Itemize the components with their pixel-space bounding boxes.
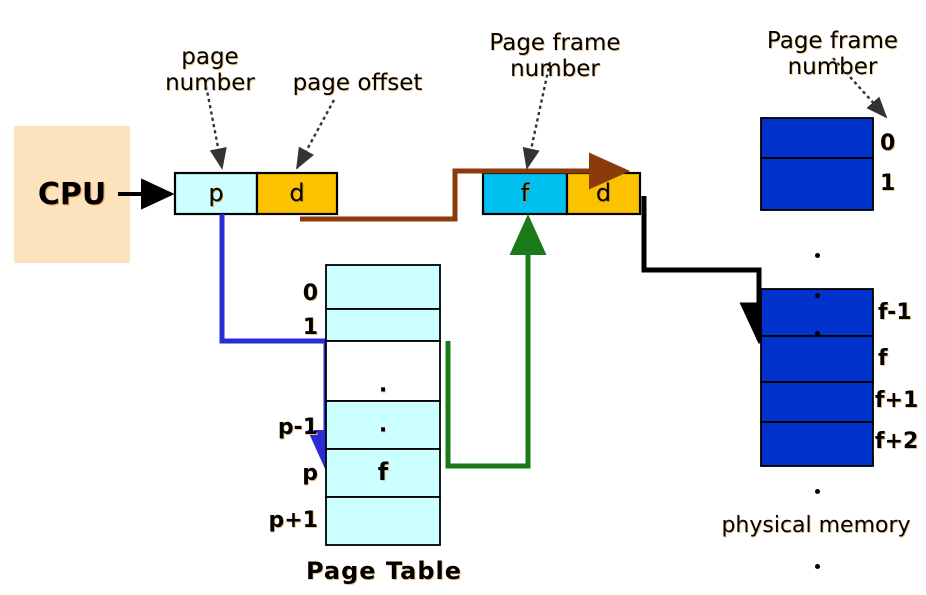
page-table-row-p-plus-1: [325, 496, 441, 546]
ellipsis-dot-memory-f: [815, 331, 820, 336]
page-frame-number-mid-annotation: Page frame number: [489, 30, 621, 83]
page-table-value-blank: ·: [378, 378, 388, 403]
page-table-index-p-plus-1: p+1: [268, 508, 319, 533]
memory-index-0: 0: [880, 131, 896, 156]
paging-diagram-canvas: CPU page number page offset Page frame n…: [0, 0, 926, 595]
physical-memory-label: physical memory: [721, 513, 911, 538]
physical-address-to-memory-path: [641, 196, 779, 345]
memory-index-f-minus-1: f-1: [878, 300, 912, 325]
memory-frame-f: [760, 335, 874, 383]
page-table-value-p: f: [377, 458, 389, 486]
cpu-label: CPU: [37, 177, 107, 212]
page-table-title: Page Table: [305, 557, 463, 585]
page-offset-leader-arrow: [295, 99, 336, 170]
page-table-row-0: [325, 264, 441, 310]
page-table-index-0: 0: [302, 281, 318, 306]
memory-frame-f-plus-1: [760, 381, 874, 423]
memory-index-f: f: [878, 346, 888, 371]
page-table-index-p-minus-1: p-1: [277, 415, 318, 440]
page-number-annotation: page number: [165, 44, 255, 97]
page-table-index-1: 1: [302, 315, 318, 340]
ellipsis-dot-memory-f-minus-1: [815, 293, 820, 298]
ellipsis-dot-memory-below: [815, 489, 820, 494]
page-frame-number-right-annotation: Page frame number: [766, 28, 899, 81]
page-table-index-p: p: [302, 461, 318, 486]
physical-address-frame-label: f: [520, 179, 530, 207]
diagram-vector-layer: [14, 57, 888, 546]
page-table-value-p-minus-1: ·: [378, 418, 388, 443]
page-offset-annotation: page offset: [292, 70, 423, 96]
memory-index-f-plus-1: f+1: [875, 388, 919, 413]
logical-address-page-label: p: [208, 179, 224, 207]
logical-address-offset-label: d: [289, 179, 305, 207]
memory-index-f-plus-2: f+2: [875, 429, 919, 454]
ellipsis-dot-memory-top: [815, 253, 820, 258]
frame-number-feed-path: [445, 213, 547, 469]
memory-index-1: 1: [880, 171, 896, 196]
memory-frame-f-plus-2: [760, 421, 874, 467]
memory-frame-1: [760, 157, 874, 211]
ellipsis-dot-memory-bottom: [815, 564, 820, 569]
memory-frame-0: [760, 117, 874, 159]
page-table-row-1: [325, 308, 441, 342]
physical-address-offset-label: d: [595, 179, 612, 207]
